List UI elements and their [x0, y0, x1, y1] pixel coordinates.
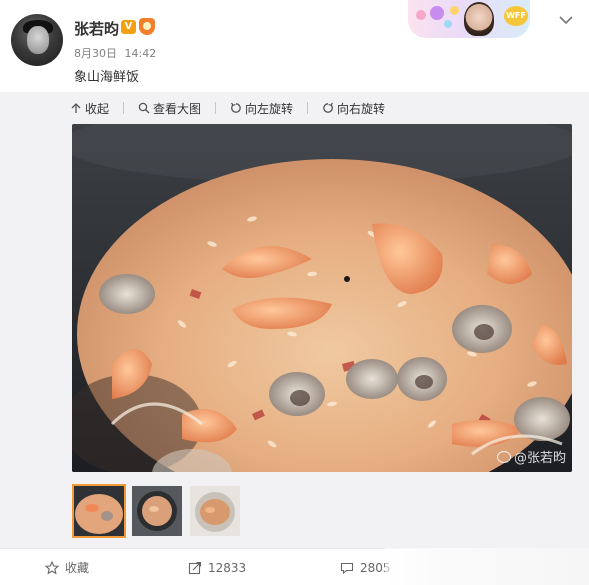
- collapse-button[interactable]: 收起: [70, 100, 109, 117]
- toolbar-divider: [215, 102, 217, 114]
- post-meta: 8月30日 14:42: [74, 45, 160, 61]
- thumbnail-2[interactable]: [130, 484, 184, 538]
- favorite-button[interactable]: 收藏: [45, 549, 89, 585]
- post-header: 张若昀 V 8月30日 14:42 象山海鲜饭 WFF: [0, 0, 589, 92]
- rotate-right-label: 向右旋转: [337, 101, 386, 116]
- thumbnail-image: [190, 486, 240, 536]
- chevron-down-icon[interactable]: [556, 10, 576, 30]
- toolbar-divider: [123, 102, 125, 114]
- media-gallery: 收起 查看大图 向左旋转 向右旋转 @张若昀: [0, 92, 589, 548]
- avatar[interactable]: [11, 14, 63, 66]
- arrow-up-icon: [71, 103, 81, 113]
- thumbnail-3[interactable]: [188, 484, 242, 538]
- weibo-logo-icon: [496, 450, 511, 463]
- fan-badge-icon: WFF: [504, 6, 528, 26]
- thumbnail-image: [74, 486, 124, 536]
- deco-dot-icon: [430, 6, 444, 20]
- rotate-left-button[interactable]: 向左旋转: [230, 100, 293, 117]
- member-medal-icon[interactable]: [139, 18, 155, 35]
- post-time[interactable]: 14:42: [125, 47, 157, 60]
- star-icon: [45, 560, 59, 575]
- repost-button[interactable]: 12833: [188, 549, 246, 585]
- rotate-right-icon: [323, 102, 334, 113]
- post-text: 象山海鲜饭: [74, 70, 140, 85]
- rotate-right-button[interactable]: 向右旋转: [322, 100, 385, 117]
- rotate-left-icon: [231, 102, 241, 113]
- footer-fade-overlay: [385, 548, 589, 585]
- post-date[interactable]: 8月30日: [74, 47, 117, 60]
- collapse-label: 收起: [85, 101, 110, 116]
- favorite-label: 收藏: [65, 561, 90, 575]
- thumbnail-1[interactable]: [72, 484, 126, 538]
- comment-button[interactable]: 2805: [340, 549, 391, 585]
- card-portrait: [464, 2, 494, 36]
- toolbar-divider: [307, 102, 309, 114]
- username[interactable]: 张若昀: [74, 18, 119, 39]
- repost-icon: [188, 561, 202, 574]
- deco-star-icon: [450, 6, 459, 15]
- thumbnail-image: [132, 486, 182, 536]
- card-decoration[interactable]: WFF: [408, 0, 530, 38]
- main-photo[interactable]: @张若昀: [72, 124, 572, 472]
- view-large-label: 查看大图: [153, 101, 202, 116]
- watermark-text: @张若昀: [513, 451, 566, 466]
- rotate-left-label: 向左旋转: [245, 101, 294, 116]
- photo-watermark: @张若昀: [496, 447, 566, 466]
- repost-count: 12833: [208, 560, 247, 575]
- avatar-face: [27, 26, 49, 54]
- paella-image: [72, 124, 572, 472]
- view-large-button[interactable]: 查看大图: [138, 100, 201, 117]
- deco-dot-icon: [416, 10, 426, 20]
- search-icon: [138, 102, 150, 114]
- deco-dot-icon: [444, 20, 452, 28]
- comment-icon: [340, 562, 354, 574]
- verified-badge-icon[interactable]: V: [121, 20, 136, 34]
- media-toolbar: 收起 查看大图 向左旋转 向右旋转: [70, 92, 399, 124]
- thumbnail-strip: [72, 484, 246, 538]
